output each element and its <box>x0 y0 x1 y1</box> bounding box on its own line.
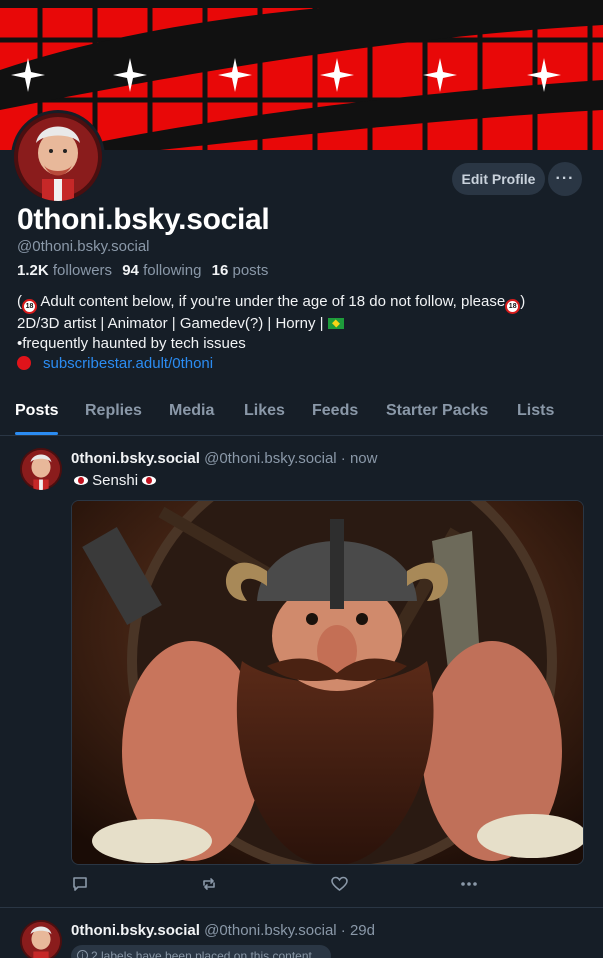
post-actions <box>0 874 603 896</box>
brazil-flag-icon <box>327 318 344 329</box>
eye-emoji-icon <box>142 476 157 485</box>
profile-more-button[interactable]: ··· <box>548 162 582 196</box>
avatar-image <box>20 448 62 490</box>
posts-stat: 16 posts <box>212 262 269 279</box>
posts-count: 16 <box>211 262 229 279</box>
post-author-avatar[interactable] <box>20 920 62 958</box>
following-stat[interactable]: 94 following <box>122 262 201 279</box>
post-body: Senshi <box>92 472 139 489</box>
avatar-image <box>14 113 102 201</box>
reply-icon <box>73 877 87 891</box>
bio-paren-close: ) <box>520 293 526 310</box>
more-icon <box>461 882 477 886</box>
post-divider <box>0 907 603 908</box>
post-header: 0thoni.bsky.social @0thoni.bsky.social ·… <box>71 450 377 467</box>
profile-display-name: 0thoni.bsky.social <box>17 203 270 236</box>
bio-line-1: (18 Adult content below, if you're under… <box>17 292 592 314</box>
profile-avatar[interactable] <box>11 110 105 204</box>
active-tab-indicator <box>15 432 58 435</box>
post-text: Senshi <box>74 472 157 489</box>
bio-line-2: 2D/3D artist | Animator | Gamedev(?) | H… <box>17 314 592 334</box>
tab-media[interactable]: Media <box>169 402 214 420</box>
profile-tabs: Posts Replies Media Likes Feeds Starter … <box>0 392 603 436</box>
post-author-avatar[interactable] <box>20 448 62 490</box>
info-icon: i <box>77 950 88 958</box>
posts-label: posts <box>232 262 269 279</box>
followers-label: followers <box>52 262 113 279</box>
eye-emoji-icon <box>74 476 88 485</box>
tab-posts[interactable]: Posts <box>15 402 59 420</box>
repost-button[interactable] <box>199 874 219 894</box>
tab-lists[interactable]: Lists <box>517 402 554 420</box>
viking-dwarf-render <box>72 501 583 864</box>
bio-line-4: subscribestar.adult/0thoni <box>17 354 592 374</box>
post-author-handle[interactable]: @0thoni.bsky.social <box>204 450 337 467</box>
post-timestamp[interactable]: · 29d <box>341 922 375 939</box>
subscribestar-link[interactable]: subscribestar.adult/0thoni <box>43 355 213 372</box>
profile-bio: (18 Adult content below, if you're under… <box>17 292 592 374</box>
post-header: 0thoni.bsky.social @0thoni.bsky.social ·… <box>71 922 375 939</box>
labels-notice-text: 2 labels have been placed on this conten… <box>91 949 312 958</box>
followers-count: 1.2K <box>17 262 49 279</box>
content-labels-notice[interactable]: i 2 labels have been placed on this cont… <box>71 945 331 958</box>
post-author-name[interactable]: 0thoni.bsky.social <box>71 450 200 467</box>
tab-likes[interactable]: Likes <box>244 402 285 420</box>
repost-icon <box>203 878 215 890</box>
avatar-image <box>20 920 62 958</box>
more-icon: ··· <box>555 170 575 187</box>
edit-profile-button[interactable]: Edit Profile <box>452 163 545 195</box>
post-more-button[interactable] <box>459 874 479 894</box>
post-image[interactable] <box>71 500 584 865</box>
tab-replies[interactable]: Replies <box>85 402 142 420</box>
reply-button[interactable] <box>70 874 90 894</box>
followers-stat[interactable]: 1.2K followers <box>17 262 112 279</box>
profile-handle: @0thoni.bsky.social <box>17 238 150 255</box>
bio-line-3: •frequently haunted by tech issues <box>17 335 246 352</box>
red-circle-icon <box>17 356 31 370</box>
like-icon <box>330 876 348 891</box>
post-timestamp[interactable]: · now <box>341 450 378 467</box>
adult-18-icon: 18 <box>22 299 37 314</box>
following-label: following <box>143 262 202 279</box>
profile-stats: 1.2K followers 94 following 16 posts <box>17 262 268 279</box>
adult-18-icon: 18 <box>505 299 521 314</box>
bio-roles: 2D/3D artist | Animator | Gamedev(?) | H… <box>17 315 324 332</box>
bio-warning-text: Adult content below, if you're under the… <box>40 293 506 310</box>
post-author-name[interactable]: 0thoni.bsky.social <box>71 922 200 939</box>
tab-starter-packs[interactable]: Starter Packs <box>386 402 488 420</box>
tab-feeds[interactable]: Feeds <box>312 402 358 420</box>
following-count: 94 <box>122 262 139 279</box>
like-button[interactable] <box>329 874 349 894</box>
post-author-handle[interactable]: @0thoni.bsky.social <box>204 922 337 939</box>
